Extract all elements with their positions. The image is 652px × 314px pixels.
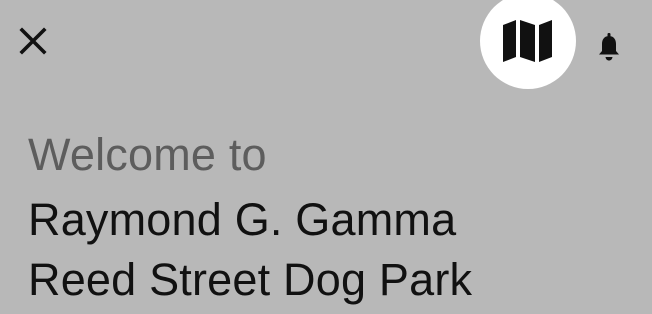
park-name-line-1: Raymond G. Gamma bbox=[28, 194, 457, 245]
map-icon bbox=[503, 20, 552, 62]
park-name-title: Raymond G. Gamma Reed Street Dog Park bbox=[28, 190, 472, 310]
close-button[interactable] bbox=[14, 22, 52, 60]
map-button[interactable] bbox=[480, 0, 576, 89]
park-name-line-2: Reed Street Dog Park bbox=[28, 254, 473, 305]
bell-icon bbox=[599, 33, 619, 61]
welcome-screen: Welcome to Raymond G. Gamma Reed Street … bbox=[0, 0, 652, 314]
close-icon bbox=[19, 27, 47, 55]
notifications-button[interactable] bbox=[592, 28, 626, 66]
welcome-prefix: Welcome to bbox=[28, 129, 267, 180]
